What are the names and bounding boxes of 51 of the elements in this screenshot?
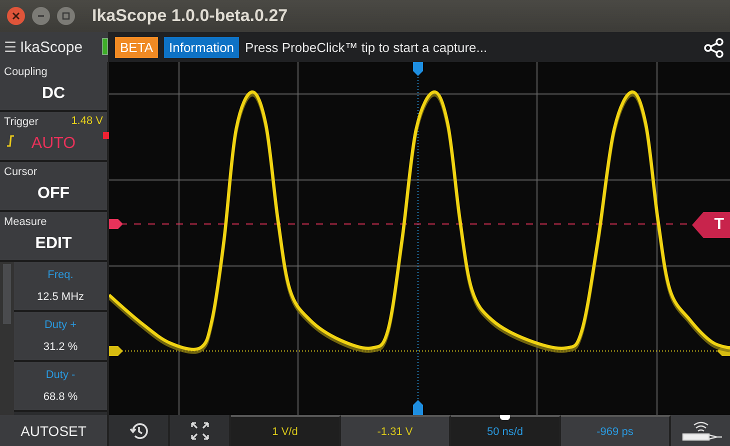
info-badge: Information [164, 36, 240, 58]
control-panel[interactable]: Cursor OFF [0, 162, 107, 212]
window-title: IkaScope 1.0.0-beta.0.27 [92, 6, 288, 26]
measurement-name: Freq. [48, 269, 74, 281]
measurement-item[interactable]: Duty - 68.8 % [14, 362, 107, 412]
minimize-icon[interactable] [32, 7, 50, 25]
control-panel[interactable]: Measure EDIT [0, 212, 107, 262]
ground-marker[interactable] [717, 346, 730, 356]
status-message: Press ProbeClick™ tip to start a capture... [245, 40, 488, 54]
autoset-button[interactable]: AUTOSET [0, 415, 109, 446]
menu-icon[interactable]: ☰ [4, 39, 17, 55]
readout-button[interactable]: -969 ps [561, 415, 671, 446]
control-panel[interactable]: Trigger 1.48 V AUTO [0, 112, 107, 162]
time-marker[interactable] [413, 400, 423, 415]
scrollbar[interactable] [0, 262, 14, 415]
control-label: Trigger [4, 116, 38, 128]
history-icon [128, 420, 148, 440]
control-value: EDIT [35, 235, 72, 253]
measurement-item[interactable]: Duty + 31.2 % [14, 312, 107, 362]
trigger-level: 1.48 V [71, 115, 103, 127]
measurement-value: 68.8 % [43, 391, 78, 403]
close-icon[interactable] [7, 7, 25, 25]
time-position-marker[interactable] [500, 415, 510, 420]
control-label: Measure [4, 216, 47, 228]
measurement-item[interactable]: Freq. 12.5 MHz [14, 262, 107, 312]
trigger-indicator [103, 132, 109, 139]
trigger-marker[interactable] [109, 219, 123, 229]
control-value: AUTO [31, 135, 76, 153]
maximize-icon[interactable] [57, 7, 75, 25]
readout-button[interactable]: -1.31 V [341, 415, 451, 446]
control-value: DC [42, 85, 66, 103]
trigger-flag[interactable]: T [692, 212, 730, 238]
probe-button[interactable] [671, 415, 730, 446]
measurement-value: 31.2 % [43, 341, 78, 353]
beta-badge: BETA [115, 36, 158, 58]
ground-marker[interactable] [109, 346, 123, 356]
battery-icon [102, 38, 108, 55]
measurement-value: 12.5 MHz [36, 291, 84, 303]
app-name: IkaScope [20, 38, 83, 56]
control-value: OFF [38, 185, 70, 203]
fullscreen-button[interactable] [170, 415, 231, 446]
measurement-name: Duty - [46, 369, 76, 381]
time-marker[interactable] [413, 62, 423, 76]
history-button[interactable] [109, 415, 170, 446]
measurement-name: Duty + [44, 319, 77, 331]
fullscreen-icon [190, 422, 208, 440]
control-panel[interactable]: Coupling DC [0, 62, 107, 112]
share-icon[interactable] [704, 38, 724, 58]
control-label: Coupling [4, 66, 48, 78]
control-label: Cursor [4, 166, 38, 178]
rising-edge-icon [6, 134, 15, 147]
